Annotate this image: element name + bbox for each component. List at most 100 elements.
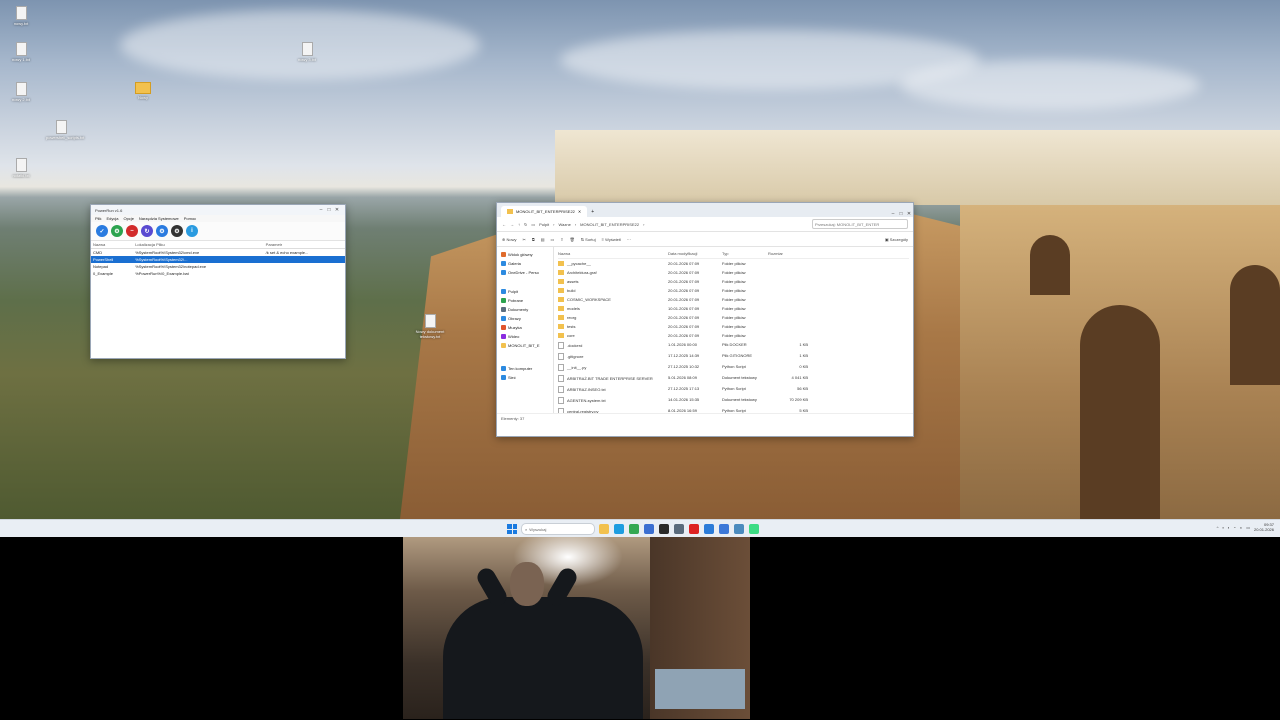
column-header-date[interactable]: Data modyfikacji (668, 251, 722, 256)
wifi-icon[interactable]: ◔ (1233, 525, 1235, 530)
desktop-icon[interactable]: nowy.txt (6, 6, 36, 26)
desktop-icon[interactable]: nowy 1.txt (6, 42, 36, 62)
menu-item-edit[interactable]: Edycja (106, 216, 118, 221)
python-app-icon[interactable] (734, 524, 744, 534)
column-header-name[interactable]: Nazwa (91, 241, 134, 249)
menu-item-options[interactable]: Opcje (123, 216, 133, 221)
new-button[interactable]: ⊕ Nowy (502, 237, 516, 242)
nav-item-music[interactable]: Muzyka (499, 323, 551, 332)
column-header-path[interactable]: Lokalizacja Pliku (133, 241, 264, 249)
list-item[interactable]: assets 20.01.2026 07:09 Folder plików (558, 277, 909, 286)
breadcrumb-item[interactable]: MONOLIT_BIT_ENTERPRISE22 (580, 222, 639, 227)
maximize-button[interactable]: □ (897, 211, 905, 217)
table-row[interactable]: CMD %SystemRoot%\System32\cmd.exe /k set… (91, 249, 345, 257)
gear-icon[interactable]: ⚙ (156, 225, 168, 237)
docs-app-icon[interactable] (719, 524, 729, 534)
nav-item-monolit[interactable]: MONOLIT_BIT_E (499, 341, 551, 350)
nav-item-network[interactable]: Sieć (499, 373, 551, 382)
refresh-icon[interactable]: ↻ (141, 225, 153, 237)
forward-icon[interactable]: → (510, 222, 514, 227)
nav-item-downloads[interactable]: Pobrane (499, 296, 551, 305)
info-icon[interactable]: i (186, 225, 198, 237)
list-item[interactable]: core 20.01.2026 07:09 Folder plików (558, 331, 909, 340)
app-tray-icon[interactable]: ▪ (1228, 525, 1229, 530)
stop-icon[interactable]: – (126, 225, 138, 237)
clock[interactable]: 09:37 20.01.2026 (1254, 522, 1274, 532)
android-app-icon[interactable] (749, 524, 759, 534)
back-icon[interactable]: ← (502, 222, 506, 227)
start-button[interactable] (507, 524, 517, 534)
nav-item-this-pc[interactable]: Ten komputer (499, 364, 551, 373)
nav-item-documents[interactable]: Dokumenty (499, 305, 551, 314)
nav-item-onedrive[interactable]: OneDrive - Perso (499, 268, 551, 277)
list-item[interactable]: build 20.01.2026 07:09 Folder plików (558, 286, 909, 295)
store-app-icon[interactable] (644, 524, 654, 534)
menu-item-file[interactable]: Plik (95, 216, 101, 221)
explorer-window[interactable]: MONOLIT_BIT_ENTERPRISE22 ✕ + – □ ✕ ← → ↑… (496, 202, 914, 437)
powerrun-window[interactable]: PowerRun v1.6 – □ ✕ Plik Edycja Opcje Na… (90, 204, 346, 359)
rename-icon[interactable]: ▭ (550, 237, 554, 242)
cog-icon[interactable]: ⚙ (171, 225, 183, 237)
battery-icon[interactable]: ▭ (1246, 525, 1250, 530)
nav-item-videos[interactable]: Wideo (499, 332, 551, 341)
details-button[interactable]: ▣ Szczegóły (885, 237, 908, 242)
vscode-app-icon[interactable] (704, 524, 714, 534)
nav-item-pictures[interactable]: Obrazy (499, 314, 551, 323)
table-row[interactable]: 0_Example %PowerRun%\0_Example.bat (91, 270, 345, 277)
list-item[interactable]: central-registry.py 8.01.2026 16:59 Python… (558, 406, 909, 413)
maximize-button[interactable]: □ (325, 207, 333, 213)
close-button[interactable]: ✕ (333, 207, 341, 213)
desktop-icon[interactable]: powershell_scripts.txt (46, 120, 84, 140)
terminal-app-icon[interactable] (659, 524, 669, 534)
list-item[interactable]: reorg 20.01.2026 07:09 Folder plików (558, 313, 909, 322)
column-header-name[interactable]: Nazwa (558, 251, 668, 256)
volume-icon[interactable]: ◖ (1240, 525, 1242, 530)
search-input[interactable]: Przeszukaj: MONOLIT_BIT_ENTER (812, 219, 908, 229)
desktop-icon[interactable]: nowy 2.txt (6, 82, 36, 102)
column-header-type[interactable]: Typ (722, 251, 768, 256)
desktop-icon[interactable]: notatki.txt (6, 158, 36, 178)
taskbar-search[interactable]: ⌕ Wyszukaj (521, 523, 595, 535)
close-tab-icon[interactable]: ✕ (578, 209, 581, 214)
view-button[interactable]: ≡ Wyświetl (602, 237, 621, 242)
list-item[interactable]: .gitignore 17.12.2025 14:39 Plik GITIGNORE… (558, 351, 909, 362)
chrome-app-icon[interactable] (629, 524, 639, 534)
explorer-app-icon[interactable] (599, 524, 609, 534)
check-icon[interactable]: ✓ (96, 225, 108, 237)
list-item[interactable]: COSMIC_WORKSPACE 20.01.2026 07:09 Folder p… (558, 295, 909, 304)
paste-icon[interactable]: ▤ (541, 237, 545, 242)
desktop-icon[interactable]: nowy 3.txt (292, 42, 322, 62)
list-item[interactable]: __pycache__ 20.01.2026 07:09 Folder plików (558, 259, 909, 268)
more-icon[interactable]: ⋯ (627, 237, 631, 242)
copy-icon[interactable]: ⧉ (532, 237, 535, 242)
table-row-selected[interactable]: PowerShell %SystemRoot%\System32\... (91, 256, 345, 263)
column-header-size[interactable]: Rozmiar (768, 251, 808, 256)
minimize-button[interactable]: – (889, 211, 897, 217)
minimize-button[interactable]: – (317, 207, 325, 213)
menu-item-tools[interactable]: Narzędzia Systemowe (139, 216, 179, 221)
cut-icon[interactable]: ✂ (522, 237, 525, 242)
list-item[interactable]: __init__.py 27.12.2025 10:32 Python Script… (558, 362, 909, 373)
breadcrumb[interactable]: ▭ Pulpit › Wazne › MONOLIT_BIT_ENTERPRIS… (531, 222, 808, 227)
column-header-param[interactable]: Parametr (263, 241, 345, 249)
list-item[interactable]: ARBITRAZ.INSEO.txt 27.12.2025 17:13 Python… (558, 384, 909, 395)
nav-item-desktop[interactable]: Pulpit (499, 287, 551, 296)
list-item[interactable]: models 10.01.2026 07:09 Folder plików (558, 304, 909, 313)
close-button[interactable]: ✕ (905, 211, 913, 217)
edge-app-icon[interactable] (614, 524, 624, 534)
table-row[interactable]: Notepad %SystemRoot%\System32\notepad.ex… (91, 263, 345, 270)
refresh-icon[interactable]: ↻ (524, 222, 527, 227)
list-item[interactable]: .dockerd 1.01.2026 00:00 Plik DOCKER 1 KB (558, 340, 909, 351)
new-tab-button[interactable]: + (587, 209, 598, 217)
delete-icon[interactable]: 🗑 (570, 237, 575, 242)
up-icon[interactable]: ↑ (518, 222, 520, 227)
settings-icon[interactable]: ⚙ (111, 225, 123, 237)
list-item[interactable]: ARBITRAŻ.BIT TRADE ENTERPRISE SERVER 5.01… (558, 373, 909, 384)
nav-item-gallery[interactable]: Galeria (499, 259, 551, 268)
powerrun-titlebar[interactable]: PowerRun v1.6 – □ ✕ (91, 205, 345, 215)
share-icon[interactable]: ⇪ (560, 237, 563, 242)
desktop-icon[interactable]: Nowy (128, 82, 158, 100)
list-item[interactable]: AGENTEN-system.txt 14.01.2026 15:35 Dokume… (558, 395, 909, 406)
menu-item-help[interactable]: Pomoc (184, 216, 196, 221)
settings-app-icon[interactable] (674, 524, 684, 534)
